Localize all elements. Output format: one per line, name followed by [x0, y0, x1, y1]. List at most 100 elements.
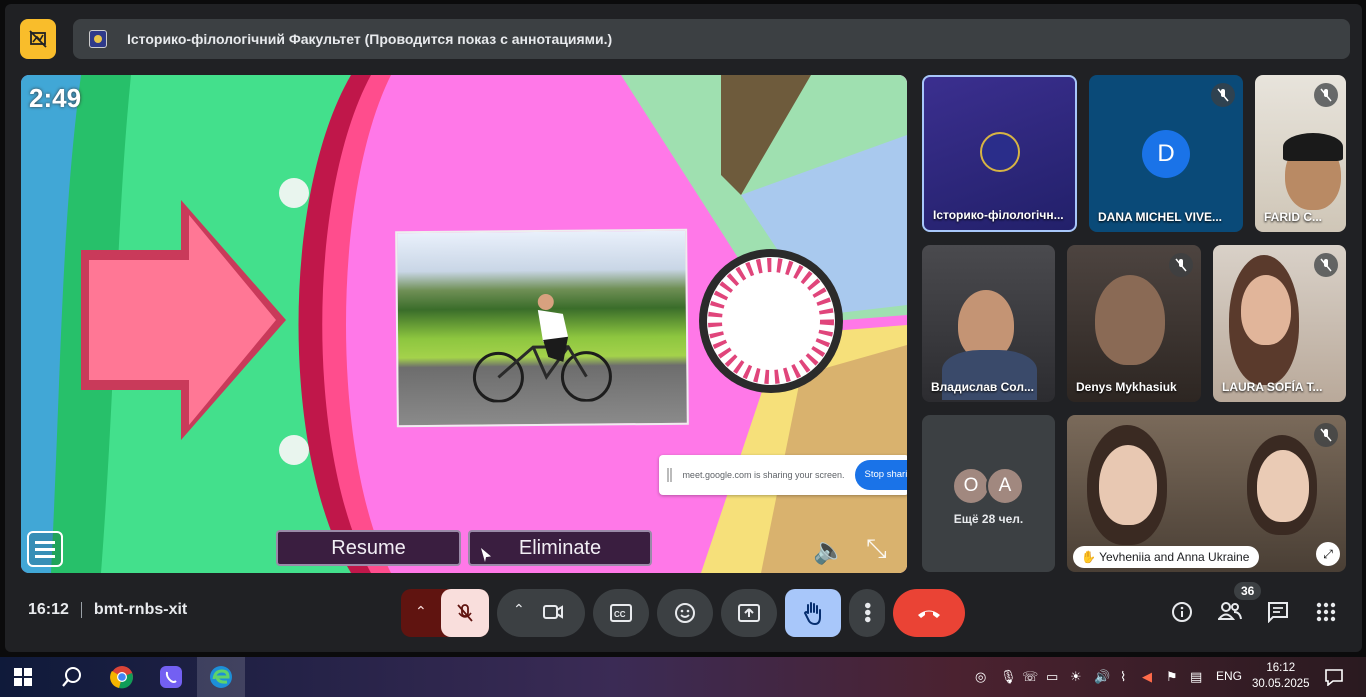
participant-name-pill: ✋ Yevheniia and Anna Ukraine [1073, 546, 1260, 568]
raise-hand-button[interactable] [785, 589, 841, 637]
participant-tile-vladyslav[interactable]: Владислав Сол... [922, 245, 1055, 402]
present-screen-button[interactable] [721, 589, 777, 637]
chevron-up-icon[interactable]: ⌃ [513, 601, 525, 618]
mic-off-icon [457, 604, 473, 622]
windows-logo-icon [14, 668, 32, 686]
more-participants-label: Ещё 28 чел. [953, 512, 1024, 526]
meeting-details-button[interactable] [1171, 601, 1193, 629]
participant-video [1099, 445, 1157, 525]
divider [80, 602, 82, 618]
edge-taskbar-icon[interactable] [197, 657, 245, 697]
screen-share-notice: meet.google.com is sharing your screen. … [659, 455, 907, 495]
sound-alert-tray-icon[interactable]: ◀ [1142, 669, 1152, 685]
leave-call-button[interactable] [893, 589, 965, 637]
game-timer: 2:49 [29, 83, 82, 113]
volume-icon[interactable]: 🔈 [813, 535, 845, 566]
participant-video [1257, 450, 1309, 522]
participant-count-badge: 36 [1234, 582, 1262, 600]
cyclist-image [472, 293, 612, 403]
present-to-all-icon [738, 604, 760, 622]
microphone-tray-icon[interactable]: 🎙 [1000, 669, 1017, 685]
emoji-icon [675, 603, 695, 623]
participant-video [1241, 275, 1291, 345]
more-vert-icon: ••• [856, 602, 878, 624]
chat-icon [1268, 602, 1288, 624]
windows-taskbar: ◎ 🎙 ☏ ▭ ☀ 🔊 ⌇ ◀ ⚑ ▤ ENG 16:12 30.05.2025 [0, 657, 1366, 697]
speaker-tray-icon[interactable]: 🔊 [1094, 669, 1110, 685]
search-icon [62, 667, 81, 687]
participant-video [1095, 275, 1165, 365]
participant-name: DANA MICHEL VIVE... [1098, 210, 1223, 224]
game-menu-icon[interactable] [27, 531, 63, 567]
participant-hair [1283, 133, 1343, 161]
activities-button[interactable] [1315, 601, 1337, 629]
info-icon [1172, 602, 1192, 622]
participant-tile-denys[interactable]: Denys Mykhasiuk [1067, 245, 1201, 402]
captions-button[interactable]: CC [593, 589, 649, 637]
battery-tray-icon[interactable]: ▭ [1046, 669, 1058, 685]
pin-icon[interactable]: ⤢ [1316, 542, 1340, 566]
participant-tile-yevheniia-anna[interactable]: ✋ Yevheniia and Anna Ukraine ⤢ [1067, 415, 1346, 572]
camera-button[interactable] [541, 600, 565, 629]
people-button[interactable] [1216, 601, 1242, 627]
edge-icon [210, 666, 232, 688]
notification-icon [1325, 669, 1343, 686]
presentation-title-bar: Історико-філологічний Факультет (Проводи… [73, 19, 1350, 59]
chat-button[interactable] [1267, 601, 1289, 629]
stop-sharing-button[interactable]: Stop shari [854, 460, 907, 490]
eliminate-button[interactable]: Eliminate [468, 530, 652, 566]
shared-screen: 2:49 meet.google.com is sharing your scr… [21, 75, 907, 573]
participant-tile-dana[interactable]: D DANA MICHEL VIVE... [1089, 75, 1243, 232]
wifi-tray-icon[interactable]: ◎ [975, 669, 986, 685]
network-tray-icon[interactable]: ⌇ [1120, 669, 1126, 685]
participant-avatar: A [986, 467, 1024, 505]
participant-avatar: D [1142, 130, 1190, 178]
closed-captions-icon: CC [610, 604, 632, 622]
weather-tray-icon[interactable]: ☀ [1070, 669, 1082, 685]
resume-button[interactable]: Resume [276, 530, 461, 566]
mic-toggle-button[interactable] [441, 589, 489, 637]
chrome-icon [110, 666, 133, 689]
more-avatars: O A [952, 467, 1024, 505]
participant-name: Владислав Сол... [931, 380, 1034, 394]
display-tray-icon[interactable]: ▤ [1190, 669, 1202, 685]
mic-off-icon [1211, 83, 1235, 107]
meeting-code: bmt-rnbs-xit [93, 601, 188, 618]
camera-control-group: ⌃ [497, 589, 585, 637]
videocam-icon [543, 605, 563, 619]
reactions-button[interactable] [657, 589, 713, 637]
viber-tray-icon[interactable]: ☏ [1022, 669, 1038, 685]
participant-tile-laura[interactable]: LAURA SOFÍA T... [1213, 245, 1346, 402]
chevron-up-icon[interactable]: ⌃ [415, 603, 427, 620]
taskbar-clock[interactable]: 16:12 30.05.2025 [1252, 660, 1310, 692]
security-tray-icon[interactable]: ⚑ [1166, 669, 1178, 685]
language-indicator[interactable]: ENG [1216, 669, 1242, 683]
more-participants-tile[interactable]: O A Ещё 28 чел. [922, 415, 1055, 572]
faculty-logo-icon [89, 30, 107, 48]
meeting-info: 16:12 bmt-rnbs-xit [28, 601, 187, 619]
more-options-button[interactable]: ••• [849, 589, 885, 637]
notifications-button[interactable] [1318, 657, 1350, 697]
participant-name: FARID C... [1264, 210, 1323, 224]
drag-handle-icon[interactable] [667, 468, 673, 482]
participant-name: Історико-філологічн... [933, 208, 1064, 222]
participant-avatar: O [952, 467, 990, 505]
mic-off-icon [1314, 423, 1338, 447]
share-notice-text: meet.google.com is sharing your screen. [682, 470, 845, 480]
annotation-toggle-button[interactable] [20, 19, 56, 59]
mic-off-icon [1314, 83, 1338, 107]
exit-fullscreen-icon[interactable]: ⤡ [866, 533, 887, 565]
viber-taskbar-icon[interactable] [153, 657, 189, 697]
chrome-taskbar-icon[interactable] [104, 657, 140, 697]
apps-icon [1316, 602, 1336, 622]
search-button[interactable] [54, 657, 90, 697]
participant-tile-farid[interactable]: FARID C... [1255, 75, 1346, 232]
participant-name: Denys Mykhasiuk [1076, 380, 1177, 394]
clock-time: 16:12 [1266, 662, 1296, 674]
participant-tile-faculty[interactable]: Історико-філологічн... [922, 75, 1077, 232]
call-end-icon [918, 610, 940, 618]
annotation-off-icon [29, 30, 47, 48]
start-button[interactable] [5, 657, 41, 697]
participant-name: Yevheniia and Anna Ukraine [1099, 550, 1250, 564]
viber-icon [160, 666, 182, 688]
